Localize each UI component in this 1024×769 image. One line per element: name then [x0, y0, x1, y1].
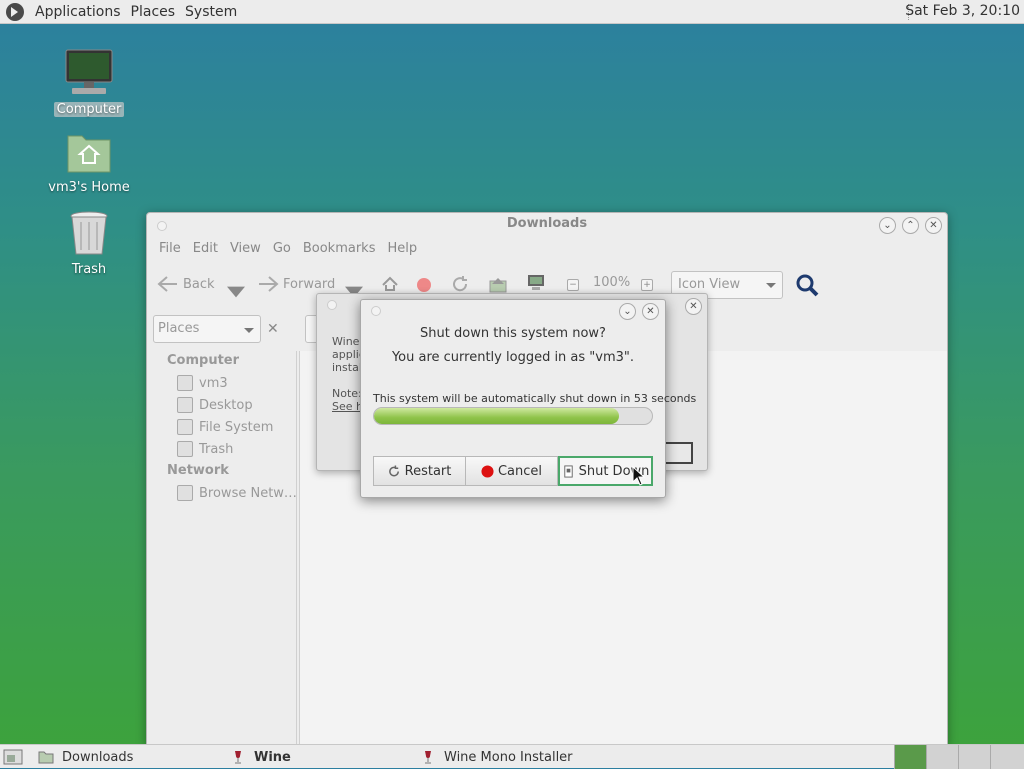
distro-logo-icon[interactable]: [5, 2, 25, 22]
countdown-text: This system will be automatically shut d…: [373, 392, 697, 405]
computer-icon: [65, 49, 113, 94]
wine-text-line: Wine: [332, 335, 360, 348]
menu-edit[interactable]: Edit: [187, 241, 224, 256]
computer-toolbar-icon[interactable]: [527, 273, 545, 291]
places-value: Places: [158, 321, 200, 336]
desktop-icon-home[interactable]: vm3's Home: [44, 130, 134, 195]
show-desktop-icon[interactable]: [3, 749, 23, 765]
close-button[interactable]: ✕: [642, 303, 659, 320]
places-menu[interactable]: Places: [126, 4, 181, 20]
trash-icon: [177, 441, 193, 457]
desktop-icon-computer[interactable]: Computer: [44, 48, 134, 117]
sidebar-heading-computer: Computer: [167, 353, 240, 368]
restart-button[interactable]: Restart: [373, 456, 466, 486]
sidebar-item-trash[interactable]: Trash: [177, 441, 233, 457]
folder-icon: [38, 751, 54, 764]
desktop-folder-icon: [177, 397, 193, 413]
workspace-2[interactable]: [926, 745, 958, 769]
maximize-button[interactable]: ⌃: [902, 217, 919, 234]
menu-help[interactable]: Help: [381, 241, 423, 256]
view-mode-value: Icon View: [678, 277, 741, 292]
close-sidebar-icon[interactable]: ✕: [267, 321, 279, 337]
zoom-in-button[interactable]: +: [641, 279, 653, 291]
bottom-panel: Downloads Wine Wine Mono Installer: [0, 744, 1024, 769]
up-icon[interactable]: [381, 275, 399, 293]
wine-link[interactable]: See h: [332, 400, 363, 413]
back-arrow-icon: [157, 276, 177, 292]
restart-icon: [388, 464, 399, 476]
drive-icon: [177, 419, 193, 435]
back-history-chevron-icon[interactable]: [227, 283, 245, 301]
search-icon[interactable]: [795, 273, 819, 297]
shutdown-question: Shut down this system now?: [420, 326, 606, 341]
home-folder-icon: [67, 135, 111, 173]
chevron-down-icon: [766, 283, 776, 288]
workspace-3[interactable]: [958, 745, 990, 769]
shutdown-dialog: ⌄ ✕ Shut down this system now? You are c…: [360, 299, 696, 498]
places-select[interactable]: Places: [153, 315, 261, 343]
wine-text-line: Note:: [332, 387, 362, 400]
menu-view[interactable]: View: [224, 241, 267, 256]
wine-glass-icon: [425, 751, 431, 764]
titlebar[interactable]: Downloads ⌄ ⌃ ✕: [147, 213, 947, 239]
progress-fill: [374, 408, 619, 424]
system-menu[interactable]: System: [180, 4, 242, 20]
sidebar-item-vm3[interactable]: vm3: [177, 375, 228, 391]
workspace-1[interactable]: [894, 745, 926, 769]
desktop-icon-label: Trash: [71, 262, 107, 277]
menu-bookmarks[interactable]: Bookmarks: [297, 241, 382, 256]
window-menu-icon[interactable]: [327, 300, 337, 310]
desktop-icon-label: vm3's Home: [48, 180, 130, 195]
sidebar-heading-network: Network: [167, 463, 229, 478]
countdown-progress-bar: [373, 407, 653, 425]
close-button[interactable]: ✕: [925, 217, 942, 234]
forward-arrow-icon: [259, 276, 279, 292]
window-title: Downloads: [506, 216, 588, 231]
minimize-button[interactable]: ⌄: [619, 303, 636, 320]
sidebar-item-desktop[interactable]: Desktop: [177, 397, 253, 413]
workspace-4[interactable]: [990, 745, 1024, 769]
sidebar: Computer vm3 Desktop File System Trash N…: [149, 351, 297, 745]
back-button[interactable]: Back: [157, 275, 215, 293]
zoom-level: 100%: [593, 275, 631, 290]
wine-text-line: instal: [332, 361, 362, 374]
forward-label: Forward: [283, 276, 336, 292]
close-button[interactable]: ✕: [685, 298, 702, 315]
dialog-button-row: Restart Cancel Shut Down: [373, 456, 653, 486]
reload-icon[interactable]: [451, 275, 469, 293]
task-downloads[interactable]: Downloads: [38, 748, 133, 766]
back-label: Back: [183, 276, 215, 292]
sidebar-item-browse-network[interactable]: Browse Netw…: [177, 485, 297, 501]
clock[interactable]: Sat Feb 3, 20:10: [905, 3, 1020, 19]
logged-in-message: You are currently logged in as "vm3".: [391, 350, 635, 365]
mouse-cursor-icon: [632, 466, 646, 486]
stop-icon[interactable]: [415, 275, 433, 293]
sidebar-item-file-system[interactable]: File System: [177, 419, 273, 435]
network-icon: [177, 485, 193, 501]
applications-menu[interactable]: Applications: [30, 4, 126, 20]
home-icon[interactable]: [489, 275, 507, 293]
home-folder-icon: [177, 375, 193, 391]
top-panel: Applications Places System Sat Feb 3, 20…: [0, 0, 1024, 24]
task-wine-mono-installer[interactable]: Wine Mono Installer: [420, 748, 573, 766]
desktop-icon-label: Computer: [53, 102, 125, 117]
task-wine[interactable]: Wine: [230, 748, 291, 766]
chevron-down-icon: [244, 328, 254, 333]
cancel-icon: [481, 464, 494, 478]
wine-glass-icon: [235, 751, 241, 764]
cancel-button[interactable]: Cancel: [466, 456, 558, 486]
forward-button[interactable]: Forward: [257, 275, 335, 293]
zoom-out-button[interactable]: −: [567, 279, 579, 291]
minimize-button[interactable]: ⌄: [879, 217, 896, 234]
trash-icon: [70, 211, 108, 255]
menu-go[interactable]: Go: [267, 241, 297, 256]
desktop-icon-trash[interactable]: Trash: [44, 210, 134, 277]
shutdown-icon: [563, 464, 573, 478]
menu-file[interactable]: File: [153, 241, 187, 256]
menubar: File Edit View Go Bookmarks Help: [153, 241, 423, 256]
window-menu-icon[interactable]: [371, 306, 381, 316]
